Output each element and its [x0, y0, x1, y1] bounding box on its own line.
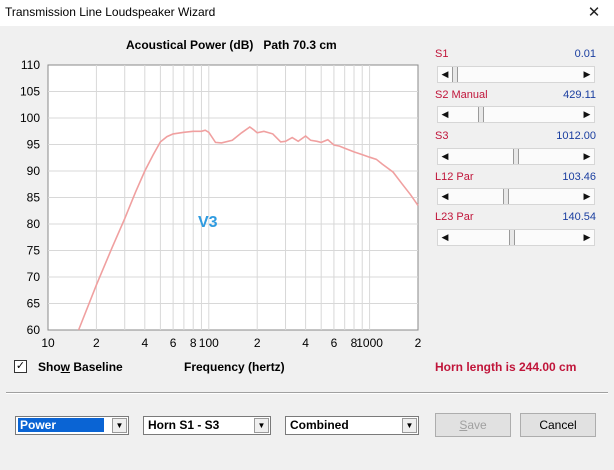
x-axis-title: Frequency (hertz) [184, 360, 285, 374]
y-tick-label: 105 [20, 85, 40, 99]
y-tick-label: 110 [21, 58, 40, 72]
cancel-button[interactable]: Cancel [520, 413, 596, 437]
show-baseline-label[interactable]: Show Baseline [38, 360, 123, 374]
slider-label-l23: L23 Par [435, 211, 474, 223]
save-button-access-key: S [459, 418, 468, 432]
x-tick-label: 8 [190, 336, 197, 350]
slider-label-s3: S3 [435, 130, 449, 142]
y-tick-label: 70 [27, 270, 41, 284]
arrow-right-icon[interactable]: ▶ [580, 149, 594, 164]
separator [6, 392, 608, 394]
show-baseline-checkbox[interactable]: ✓ [14, 360, 27, 373]
slider-thumb[interactable] [503, 189, 510, 204]
horn-length-text: Horn length is 244.00 cm [435, 360, 577, 374]
mode-select-value: Power [18, 418, 104, 432]
x-tick-label: 4 [302, 336, 309, 350]
slider-thumb[interactable] [477, 107, 484, 122]
slider-value-l23: 140.54 [562, 211, 596, 223]
horn-select-value: Horn S1 - S3 [148, 418, 220, 432]
arrow-left-icon[interactable]: ◀ [438, 107, 452, 122]
chart-annotation-v3: V3 [198, 214, 218, 231]
slider-l12[interactable]: ◀ ▶ [437, 188, 595, 205]
arrow-right-icon[interactable]: ▶ [580, 67, 594, 82]
x-tick-label: 2 [93, 336, 100, 350]
y-tick-label: 100 [20, 111, 40, 125]
y-tick-label: 90 [27, 164, 41, 178]
frequency-response-chart: 606570758085909510010511010 2 4 6 8 100 2 4 6 810… [20, 58, 422, 350]
chart-title: Acoustical Power (dB) Path 70.3 cm [126, 38, 347, 52]
window-title: Transmission Line Loudspeaker Wizard [5, 5, 216, 19]
close-button[interactable]: ✕ [574, 0, 614, 24]
y-tick-label: 65 [27, 297, 41, 311]
slider-s1[interactable]: ◀ ▶ [437, 66, 595, 83]
cancel-button-label: Cancel [539, 418, 577, 432]
show-baseline-label-access-key: w [60, 360, 71, 374]
arrow-left-icon[interactable]: ◀ [438, 189, 452, 204]
arrow-left-icon[interactable]: ◀ [438, 67, 452, 82]
slider-label-s1: S1 [435, 48, 449, 60]
y-tick-label: 75 [27, 244, 41, 258]
horn-select[interactable]: Horn S1 - S3 ▼ [143, 416, 271, 435]
arrow-left-icon[interactable]: ◀ [438, 149, 452, 164]
chart-title-metric: Acoustical Power (dB) [126, 38, 254, 52]
y-tick-label: 60 [27, 323, 41, 337]
y-tick-label: 85 [27, 191, 41, 205]
chart-title-path: Path 70.3 cm [263, 38, 337, 52]
show-baseline-label-pre: Sho [38, 360, 61, 374]
slider-value-s1: 0.01 [574, 48, 596, 60]
y-tick-label: 95 [27, 138, 41, 152]
slider-l23[interactable]: ◀ ▶ [437, 229, 595, 246]
x-tick-label: 2 [254, 336, 261, 350]
slider-label-l12: L12 Par [435, 171, 474, 183]
x-tick-label: 100 [199, 336, 219, 350]
chevron-down-icon[interactable]: ▼ [402, 418, 417, 433]
x-tick-label: 6 [170, 336, 177, 350]
slider-thumb[interactable] [452, 67, 458, 82]
arrow-right-icon[interactable]: ▶ [580, 230, 594, 245]
x-tick-label: 1000 [356, 336, 383, 350]
y-tick-label: 80 [27, 217, 41, 231]
checkmark-icon: ✓ [15, 360, 26, 372]
slider-value-l12: 103.46 [562, 171, 596, 183]
save-button[interactable]: Save [435, 413, 511, 437]
show-baseline-label-post: Baseline [70, 360, 123, 374]
slider-thumb[interactable] [509, 230, 516, 245]
arrow-left-icon[interactable]: ◀ [438, 230, 452, 245]
chevron-down-icon[interactable]: ▼ [112, 418, 127, 433]
x-tick-label: 6 [331, 336, 338, 350]
slider-value-s2: 429.11 [563, 89, 596, 101]
slider-label-s2: S2 Manual [435, 89, 488, 101]
arrow-right-icon[interactable]: ▶ [580, 189, 594, 204]
display-select[interactable]: Combined ▼ [285, 416, 419, 435]
x-tick-label: 4 [141, 336, 148, 350]
x-tick-label: 10 [41, 336, 55, 350]
chevron-down-icon[interactable]: ▼ [254, 418, 269, 433]
slider-s3[interactable]: ◀ ▶ [437, 148, 595, 165]
slider-value-s3: 1012.00 [556, 130, 596, 142]
arrow-right-icon[interactable]: ▶ [580, 107, 594, 122]
display-select-value: Combined [290, 418, 349, 432]
save-button-label: ave [467, 418, 487, 432]
title-bar: Transmission Line Loudspeaker Wizard ✕ [0, 0, 614, 26]
x-tick-label: 2 [415, 336, 422, 350]
slider-s2[interactable]: ◀ ▶ [437, 106, 595, 123]
close-icon: ✕ [587, 4, 601, 21]
slider-thumb[interactable] [513, 149, 519, 164]
mode-select[interactable]: Power ▼ [15, 416, 129, 435]
